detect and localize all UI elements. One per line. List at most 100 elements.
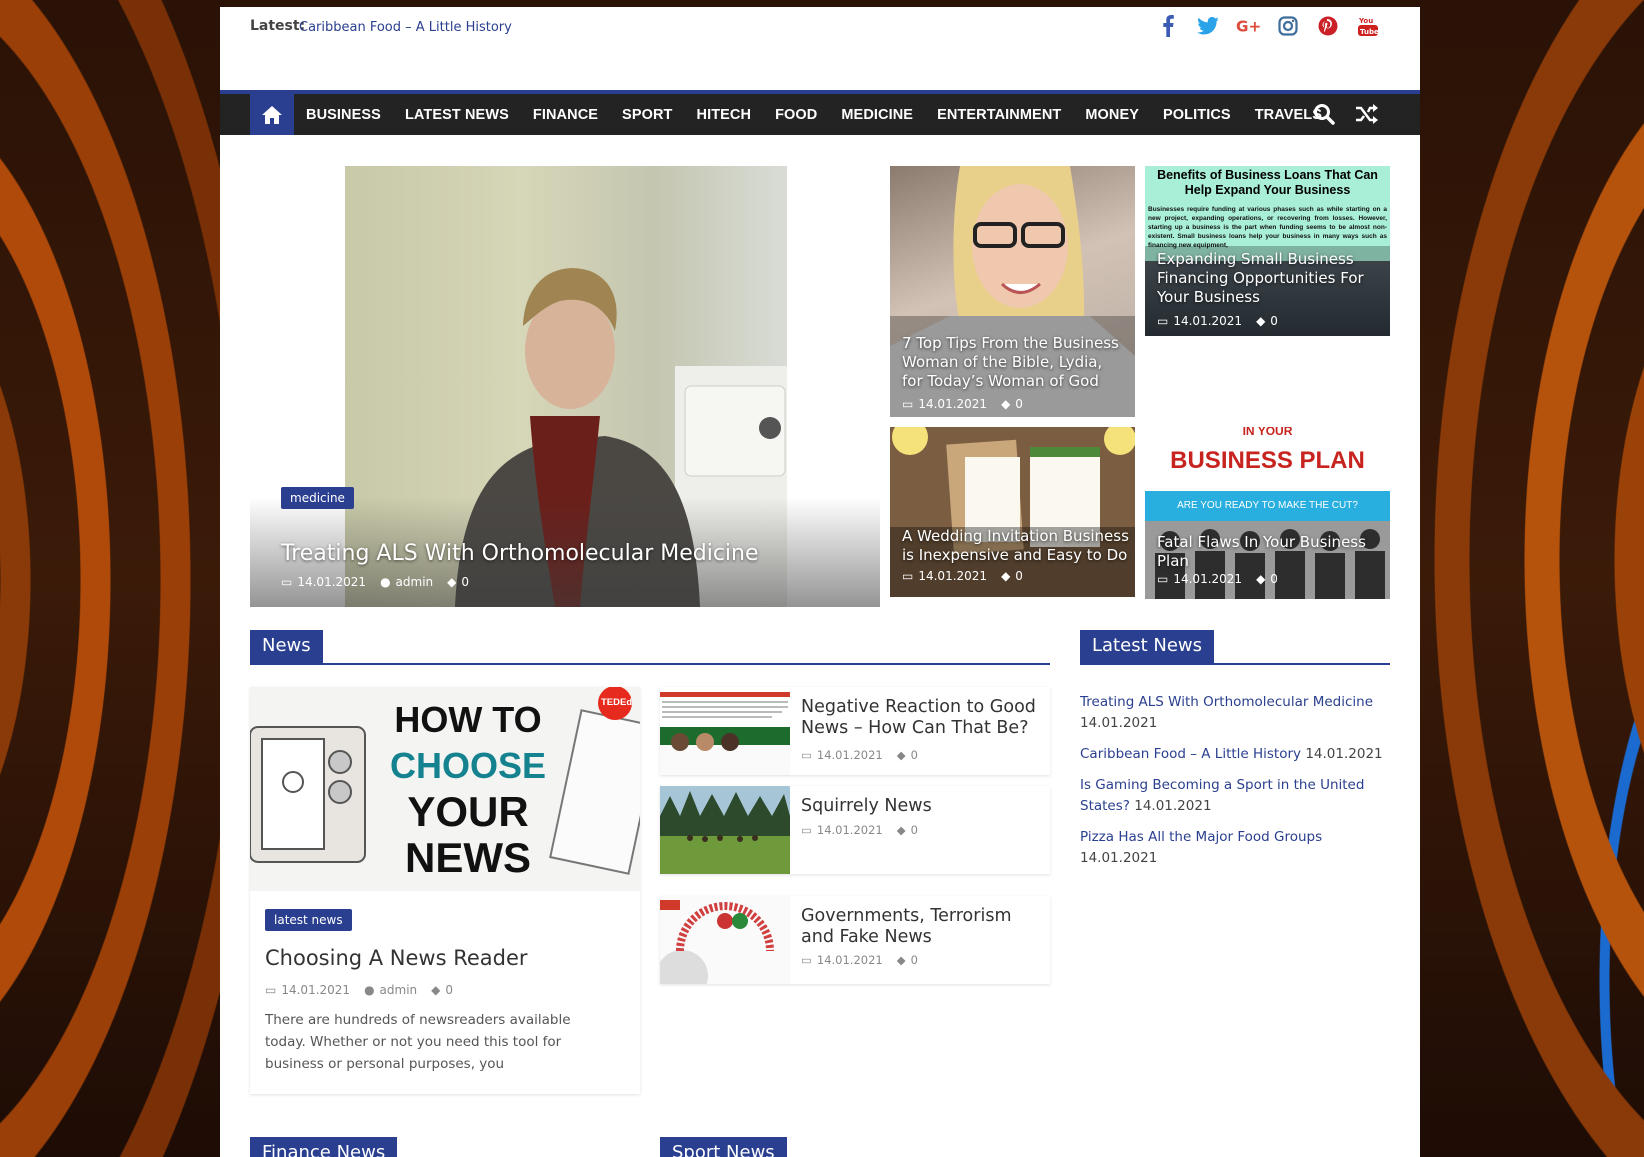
news-small-thumb	[660, 786, 790, 874]
instagram-icon[interactable]	[1276, 14, 1300, 38]
latest-news-link[interactable]: Caribbean Food – A Little History	[1080, 746, 1301, 762]
news-small-comments[interactable]: ◆ 0	[897, 953, 918, 967]
home-button[interactable]	[250, 94, 294, 135]
nav-item-latest-news[interactable]: LATEST NEWS	[405, 107, 509, 123]
hero-author[interactable]: ● admin	[380, 575, 433, 589]
featured-tile-3[interactable]: A Wedding Invitation Business is Inexpen…	[890, 427, 1135, 597]
latest-news-link[interactable]: Pizza Has All the Major Food Groups	[1080, 829, 1322, 845]
tile-1-comments[interactable]: ◆ 0	[1001, 397, 1023, 411]
nav-item-food[interactable]: FOOD	[775, 107, 817, 123]
latest-news-date: 14.01.2021	[1305, 746, 1383, 762]
news-small-title[interactable]: Governments, Terrorism and Fake News	[801, 906, 1041, 948]
news-small-date[interactable]: ▭ 14.01.2021	[801, 823, 883, 837]
svg-text:G+: G+	[1236, 18, 1260, 36]
news-small-card[interactable]: Negative Reaction to Good News – How Can…	[660, 687, 1050, 775]
calendar-icon: ▭	[801, 748, 812, 762]
facebook-icon[interactable]	[1156, 14, 1180, 38]
comment-icon: ◆	[447, 575, 457, 589]
image-line-3: YOUR	[407, 788, 529, 835]
svg-text:You: You	[1358, 17, 1373, 25]
calendar-icon: ▭	[902, 397, 914, 411]
finance-news-section-header: Finance News	[250, 1137, 640, 1157]
latest-ticker-link[interactable]: Caribbean Food – A Little History	[299, 20, 512, 35]
tile-4-title[interactable]: Fatal Flaws In Your Business Plan	[1157, 533, 1382, 571]
tile-3-title[interactable]: A Wedding Invitation Business is Inexpen…	[902, 527, 1130, 565]
pinterest-icon[interactable]	[1316, 14, 1340, 38]
tile-4-comments[interactable]: ◆ 0	[1256, 572, 1278, 586]
hero-title[interactable]: Treating ALS With Orthomolecular Medicin…	[281, 541, 759, 566]
latest-news-item: Is Gaming Becoming a Sport in the United…	[1080, 775, 1390, 817]
latest-news-item: Pizza Has All the Major Food Groups 14.0…	[1080, 827, 1390, 869]
news-small-card[interactable]: Governments, Terrorism and Fake News ▭ 14…	[660, 896, 1050, 984]
news-small-date[interactable]: ▭ 14.01.2021	[801, 748, 883, 762]
news-card-author[interactable]: ● admin	[364, 983, 417, 997]
nav-item-medicine[interactable]: MEDICINE	[841, 107, 913, 123]
latest-news-section-header: Latest News	[1080, 630, 1390, 665]
news-small-thumb	[660, 896, 790, 984]
hero-category-badge[interactable]: medicine	[281, 487, 354, 509]
tile-2-comments[interactable]: ◆ 0	[1256, 314, 1278, 328]
comment-icon: ◆	[1001, 397, 1011, 411]
latest-news-section-title[interactable]: Latest News	[1080, 630, 1214, 663]
comment-icon: ◆	[896, 823, 906, 837]
hero-date[interactable]: ▭ 14.01.2021	[281, 575, 366, 589]
nav-item-politics[interactable]: POLITICS	[1163, 107, 1231, 123]
tile-3-date[interactable]: ▭ 14.01.2021	[902, 569, 987, 583]
svg-text:Tube: Tube	[1360, 28, 1378, 36]
latest-news-item: Treating ALS With Orthomolecular Medicin…	[1080, 692, 1390, 734]
nav-item-entertainment[interactable]: ENTERTAINMENT	[937, 107, 1061, 123]
latest-news-link[interactable]: Is Gaming Becoming a Sport in the United…	[1080, 777, 1364, 814]
tile-3-comments[interactable]: ◆ 0	[1001, 569, 1023, 583]
tile-4-date[interactable]: ▭ 14.01.2021	[1157, 572, 1242, 586]
nav-item-money[interactable]: MONEY	[1085, 107, 1139, 123]
search-icon[interactable]	[1313, 103, 1335, 129]
latest-news-date: 14.01.2021	[1080, 715, 1158, 731]
finance-news-section-title[interactable]: Finance News	[250, 1137, 398, 1157]
featured-tile-1[interactable]: 7 Top Tips From the Business Woman of th…	[890, 166, 1135, 417]
comment-icon: ◆	[1256, 314, 1266, 328]
news-small-title[interactable]: Negative Reaction to Good News – How Can…	[801, 697, 1041, 739]
tile-4-image-sub: ARE YOU READY TO MAKE THE CUT?	[1145, 491, 1390, 521]
nav-item-travels[interactable]: TRAVELS	[1255, 107, 1322, 123]
tile-2-image-heading: Benefits of Business Loans That Can Help…	[1157, 168, 1378, 197]
featured-tile-4[interactable]: IN YOUR BUSINESS PLAN ARE YOU READY TO M…	[1145, 427, 1390, 599]
news-card-title[interactable]: Choosing A News Reader	[265, 946, 528, 970]
news-card-category-badge[interactable]: latest news	[265, 909, 352, 931]
news-card-date[interactable]: ▭ 14.01.2021	[265, 983, 350, 997]
image-line-4: NEWS	[405, 834, 531, 881]
tile-1-date[interactable]: ▭ 14.01.2021	[902, 397, 987, 411]
twitter-icon[interactable]	[1196, 14, 1220, 38]
hero-comments[interactable]: ◆ 0	[447, 575, 469, 589]
news-small-meta: ▭ 14.01.2021 ◆ 0	[801, 823, 918, 837]
nav-item-finance[interactable]: FINANCE	[533, 107, 598, 123]
news-small-date[interactable]: ▭ 14.01.2021	[801, 953, 883, 967]
news-small-thumb	[660, 687, 790, 775]
tile-2-date[interactable]: ▭ 14.01.2021	[1157, 314, 1242, 328]
nav-item-hitech[interactable]: HITECH	[697, 107, 752, 123]
youtube-icon[interactable]: You Tube	[1356, 14, 1380, 38]
news-small-card[interactable]: Squirrely News ▭ 14.01.2021 ◆ 0	[660, 786, 1050, 874]
main-navbar: BUSINESS LATEST NEWS FINANCE SPORT HITEC…	[220, 90, 1420, 135]
news-small-comments[interactable]: ◆ 0	[897, 748, 918, 762]
calendar-icon: ▭	[1157, 314, 1169, 328]
sport-news-section-title[interactable]: Sport News	[660, 1137, 787, 1157]
nav-item-business[interactable]: BUSINESS	[306, 107, 381, 123]
news-small-title[interactable]: Squirrely News	[801, 796, 1041, 817]
calendar-icon: ▭	[1157, 572, 1169, 586]
nav-item-sport[interactable]: SPORT	[622, 107, 672, 123]
latest-news-link[interactable]: Treating ALS With Orthomolecular Medicin…	[1080, 694, 1373, 710]
tile-2-title[interactable]: Expanding Small Business Financing Oppor…	[1157, 250, 1382, 307]
news-section-title[interactable]: News	[250, 630, 323, 663]
google-plus-icon[interactable]: G+	[1236, 14, 1260, 38]
news-featured-card[interactable]: TEDEd HOW TO CHOOSE YOUR NEWS latest new…	[250, 687, 640, 1094]
news-small-comments[interactable]: ◆ 0	[897, 823, 918, 837]
calendar-icon: ▭	[801, 953, 812, 967]
tile-1-title[interactable]: 7 Top Tips From the Business Woman of th…	[902, 334, 1127, 391]
hero-featured-post[interactable]: medicine Treating ALS With Orthomolecula…	[250, 166, 880, 607]
hero-meta: ▭ 14.01.2021 ● admin ◆ 0	[281, 575, 469, 589]
news-card-excerpt: There are hundreds of newsreaders availa…	[265, 1012, 571, 1072]
featured-tile-2[interactable]: Benefits of Business Loans That Can Help…	[1145, 166, 1390, 336]
random-post-icon[interactable]	[1355, 103, 1379, 129]
news-card-comments[interactable]: ◆ 0	[431, 983, 453, 997]
calendar-icon: ▭	[801, 823, 812, 837]
